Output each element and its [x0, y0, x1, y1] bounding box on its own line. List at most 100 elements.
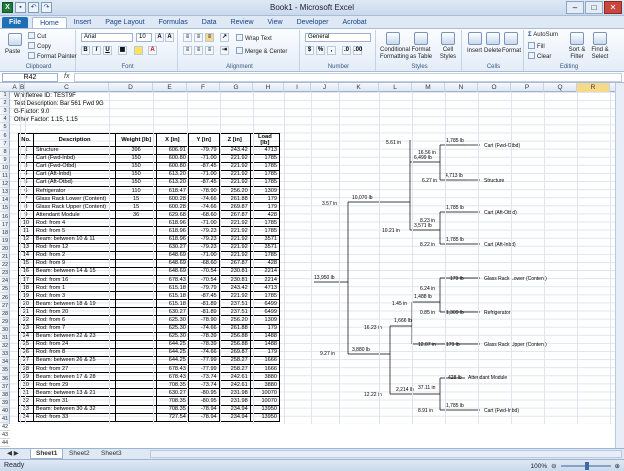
- table-cell[interactable]: 10070: [249, 388, 281, 398]
- table-cell[interactable]: Beam: between 13 & 21: [32, 388, 117, 398]
- row-header[interactable]: 13: [0, 188, 10, 197]
- table-cell[interactable]: 615.18: [155, 299, 189, 309]
- tab-formulas[interactable]: Formulas: [152, 17, 195, 28]
- table-cell[interactable]: 678.43: [155, 274, 189, 285]
- table-header-cell[interactable]: Weight [lb]: [115, 132, 157, 147]
- number-format-combo[interactable]: General: [305, 33, 371, 42]
- table-cell[interactable]: -74.66: [187, 194, 220, 204]
- table-cell[interactable]: [115, 274, 157, 285]
- sheet-tab-2[interactable]: Sheet2: [64, 449, 95, 459]
- row-header[interactable]: 12: [0, 180, 10, 189]
- table-cell[interactable]: Rod: from 5: [32, 226, 117, 236]
- table-cell[interactable]: 13950: [249, 412, 281, 422]
- table-cell[interactable]: Beam: between 18 & 19: [32, 299, 117, 309]
- table-cell[interactable]: 242.61: [218, 380, 251, 390]
- table-cell[interactable]: -79.23: [187, 234, 220, 244]
- row-header[interactable]: 7: [0, 140, 10, 148]
- row-header[interactable]: 18: [0, 229, 10, 237]
- table-cell[interactable]: 1785: [249, 218, 281, 228]
- row-header[interactable]: 6: [0, 132, 10, 140]
- table-cell[interactable]: -74.66: [187, 323, 220, 333]
- row-header[interactable]: 42: [0, 423, 10, 432]
- table-cell[interactable]: [115, 307, 157, 317]
- table-cell[interactable]: Rod: from 31: [32, 396, 117, 406]
- table-cell[interactable]: 648.69: [155, 258, 189, 268]
- table-cell[interactable]: -71.00: [187, 250, 220, 260]
- worksheet-grid[interactable]: Whiffletree ID: TEST9F Test Description:…: [10, 92, 624, 424]
- row-header[interactable]: 5: [0, 123, 10, 132]
- table-cell[interactable]: 269.87: [218, 202, 251, 212]
- orientation-icon[interactable]: ↗: [220, 33, 229, 42]
- column-header-j[interactable]: J: [311, 83, 339, 92]
- delete-button[interactable]: Delete: [484, 48, 501, 55]
- table-cell[interactable]: 629.68: [155, 210, 189, 220]
- table-cell[interactable]: 234.94: [218, 404, 251, 414]
- conditional-formatting-button[interactable]: Conditional Formatting: [380, 47, 410, 61]
- table-cell[interactable]: 613.20: [155, 177, 189, 187]
- sheet-tab-1[interactable]: Sheet1: [30, 449, 64, 459]
- row-header[interactable]: 20: [0, 245, 10, 253]
- table-cell[interactable]: 243.42: [218, 145, 251, 155]
- table-cell[interactable]: 221.92: [218, 169, 251, 179]
- table-cell[interactable]: 600.80: [155, 153, 189, 163]
- row-header[interactable]: 26: [0, 294, 10, 302]
- table-cell[interactable]: 613.20: [155, 169, 189, 179]
- table-cell[interactable]: 256.88: [218, 339, 251, 349]
- tab-data[interactable]: Data: [195, 17, 224, 28]
- table-cell[interactable]: Rod: from 6: [32, 315, 117, 325]
- column-header-k[interactable]: K: [339, 83, 379, 92]
- column-header-o[interactable]: O: [478, 83, 511, 92]
- bold-button[interactable]: B: [81, 46, 90, 55]
- table-cell[interactable]: -74.66: [187, 347, 220, 357]
- align-middle-icon[interactable]: ≡: [194, 33, 203, 42]
- row-header[interactable]: 34: [0, 358, 10, 367]
- comma-button[interactable]: ,: [327, 46, 336, 55]
- table-cell[interactable]: 261.88: [218, 323, 251, 333]
- copy-button[interactable]: Copy: [28, 42, 51, 51]
- table-cell[interactable]: [115, 396, 157, 406]
- table-cell[interactable]: -74.66: [187, 202, 220, 212]
- table-cell[interactable]: 231.98: [218, 388, 251, 398]
- fx-icon[interactable]: fx: [64, 73, 69, 80]
- zoom-out-icon[interactable]: ⊖: [551, 462, 556, 470]
- header-line[interactable]: Other Factor: 1.15, 1.15: [14, 117, 78, 124]
- table-cell[interactable]: 600.28: [155, 202, 189, 212]
- table-cell[interactable]: -80.95: [187, 388, 220, 398]
- table-cell[interactable]: 179: [249, 194, 281, 204]
- table-cell[interactable]: -70.54: [187, 274, 220, 285]
- table-cell[interactable]: Rod: from 1: [32, 283, 117, 293]
- table-cell[interactable]: 150: [115, 169, 157, 179]
- table-cell[interactable]: Rod: from 29: [32, 380, 117, 390]
- table-cell[interactable]: Rod: from 2: [32, 250, 117, 260]
- sheet-tab-3[interactable]: Sheet3: [96, 449, 127, 459]
- table-cell[interactable]: [115, 266, 157, 277]
- table-cell[interactable]: 242.61: [218, 372, 251, 382]
- table-cell[interactable]: 221.92: [218, 177, 251, 187]
- shrink-font-button[interactable]: A: [165, 33, 174, 42]
- align-right-icon[interactable]: ≡: [205, 46, 214, 55]
- table-cell[interactable]: Cart (Aft-Otbd): [32, 177, 117, 187]
- percent-button[interactable]: %: [316, 46, 325, 55]
- table-cell[interactable]: 1309: [249, 315, 281, 325]
- table-cell[interactable]: Structure: [32, 145, 117, 155]
- table-cell[interactable]: 256.88: [218, 331, 251, 341]
- table-cell[interactable]: -78.39: [187, 339, 220, 349]
- table-cell[interactable]: 221.92: [218, 161, 251, 171]
- row-header[interactable]: 25: [0, 285, 10, 294]
- table-cell[interactable]: -78.90: [187, 185, 220, 196]
- table-cell[interactable]: 221.92: [218, 218, 251, 228]
- column-header-q[interactable]: Q: [544, 83, 577, 92]
- table-cell[interactable]: 1785: [249, 291, 281, 301]
- table-cell[interactable]: 644.25: [155, 355, 189, 366]
- table-cell[interactable]: -71.00: [187, 218, 220, 228]
- table-cell[interactable]: Rod: from 4: [32, 218, 117, 228]
- format-as-table-button[interactable]: Format as Table: [408, 47, 434, 61]
- table-cell[interactable]: Rod: from 20: [32, 307, 117, 317]
- row-header[interactable]: 43: [0, 431, 10, 440]
- table-cell[interactable]: 615.18: [155, 291, 189, 301]
- table-cell[interactable]: 1666: [249, 364, 281, 374]
- table-cell[interactable]: 221.92: [218, 226, 251, 236]
- underline-button[interactable]: U: [103, 46, 112, 55]
- merge-center-button[interactable]: Merge & Center: [236, 47, 287, 56]
- tab-review[interactable]: Review: [224, 17, 261, 28]
